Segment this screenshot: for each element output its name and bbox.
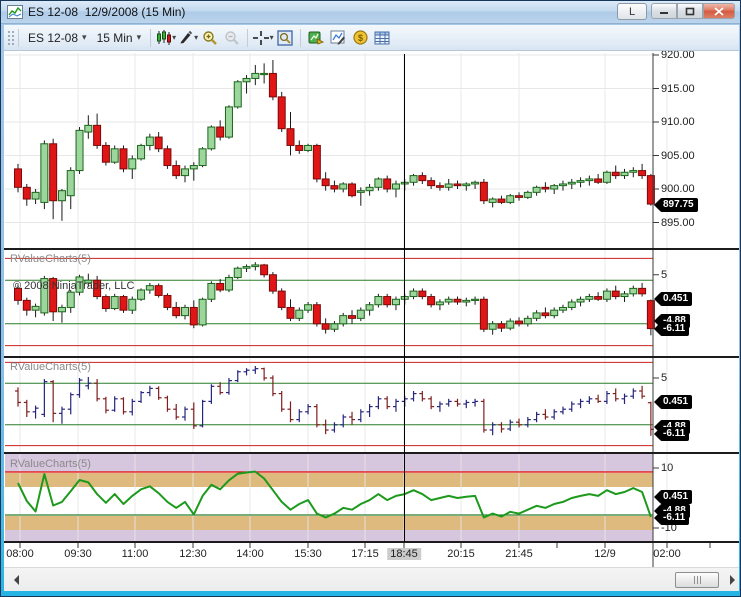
scroll-left-arrow[interactable] xyxy=(10,574,22,586)
link-button[interactable]: L xyxy=(617,3,647,20)
chart-style-button[interactable]: ▾ xyxy=(155,28,177,48)
time-axis[interactable] xyxy=(4,543,739,567)
crosshair-button[interactable]: ▾ xyxy=(252,28,274,48)
svg-text:$: $ xyxy=(358,33,363,43)
interval-label: 15 Min xyxy=(96,30,133,45)
chevron-down-icon: ▾ xyxy=(172,33,177,42)
chevron-down-icon: ▾ xyxy=(136,32,142,42)
toolbar-separator xyxy=(150,28,152,47)
toolbar-grip-handle[interactable] xyxy=(6,28,14,47)
chart-app-icon xyxy=(7,5,23,19)
chart-window: ES 12-08 12/9/2008 (15 Min) L ES 12-08 ▾ xyxy=(0,0,741,597)
panel-splitter[interactable] xyxy=(4,356,739,358)
chevron-down-icon: ▾ xyxy=(269,33,274,42)
chart-snapshot-button[interactable] xyxy=(274,28,296,48)
close-button[interactable] xyxy=(703,3,735,19)
toolbar-separator xyxy=(300,28,302,47)
title-bar[interactable]: ES 12-08 12/9/2008 (15 Min) L xyxy=(1,1,740,24)
toolbar: ES 12-08 ▾ 15 Min ▾ ▾ ▾ ▾ $ xyxy=(4,25,739,51)
window-title: ES 12-08 12/9/2008 (15 Min) xyxy=(28,5,186,19)
indicators-button[interactable] xyxy=(305,28,327,48)
chart-canvas xyxy=(5,53,711,567)
chart-plot-area[interactable]: 920.00 915.00 910.00 905.00 900.00 895.00 5 5 10… xyxy=(4,51,739,567)
zoom-out-button[interactable] xyxy=(221,28,243,48)
price-axis[interactable] xyxy=(654,51,739,543)
toolbar-separator xyxy=(18,28,19,47)
scrollbar-thumb[interactable] xyxy=(675,572,719,588)
horizontal-scrollbar[interactable] xyxy=(4,567,739,591)
panel-splitter[interactable] xyxy=(4,248,739,250)
minimize-button[interactable] xyxy=(651,3,677,19)
data-series-button[interactable]: $ xyxy=(349,28,371,48)
indicator-label: RValueCharts(5) xyxy=(10,253,91,265)
zoom-in-button[interactable] xyxy=(199,28,221,48)
draw-tool-button[interactable]: ▾ xyxy=(177,28,199,48)
panel-splitter[interactable] xyxy=(4,452,739,454)
right-triangle-icon xyxy=(729,575,735,585)
scroll-right-arrow[interactable] xyxy=(726,574,738,586)
left-triangle-icon xyxy=(13,575,19,585)
data-grid-button[interactable] xyxy=(371,28,393,48)
chevron-down-icon: ▾ xyxy=(194,33,199,42)
interval-dropdown[interactable]: 15 Min ▾ xyxy=(92,29,147,47)
restore-button[interactable] xyxy=(677,3,703,19)
indicator-label: RValueCharts(5) xyxy=(10,458,91,470)
instrument-label: ES 12-08 xyxy=(28,30,79,45)
instrument-dropdown[interactable]: ES 12-08 ▾ xyxy=(23,29,92,47)
crosshair-vertical-line xyxy=(404,54,405,542)
copyright-label: © 2008 NinjaTrader, LLC xyxy=(13,280,135,292)
chart-properties-button[interactable] xyxy=(327,28,349,48)
indicator-label: RValueCharts(5) xyxy=(10,361,91,373)
toolbar-separator xyxy=(247,28,249,47)
chevron-down-icon: ▾ xyxy=(82,32,87,42)
